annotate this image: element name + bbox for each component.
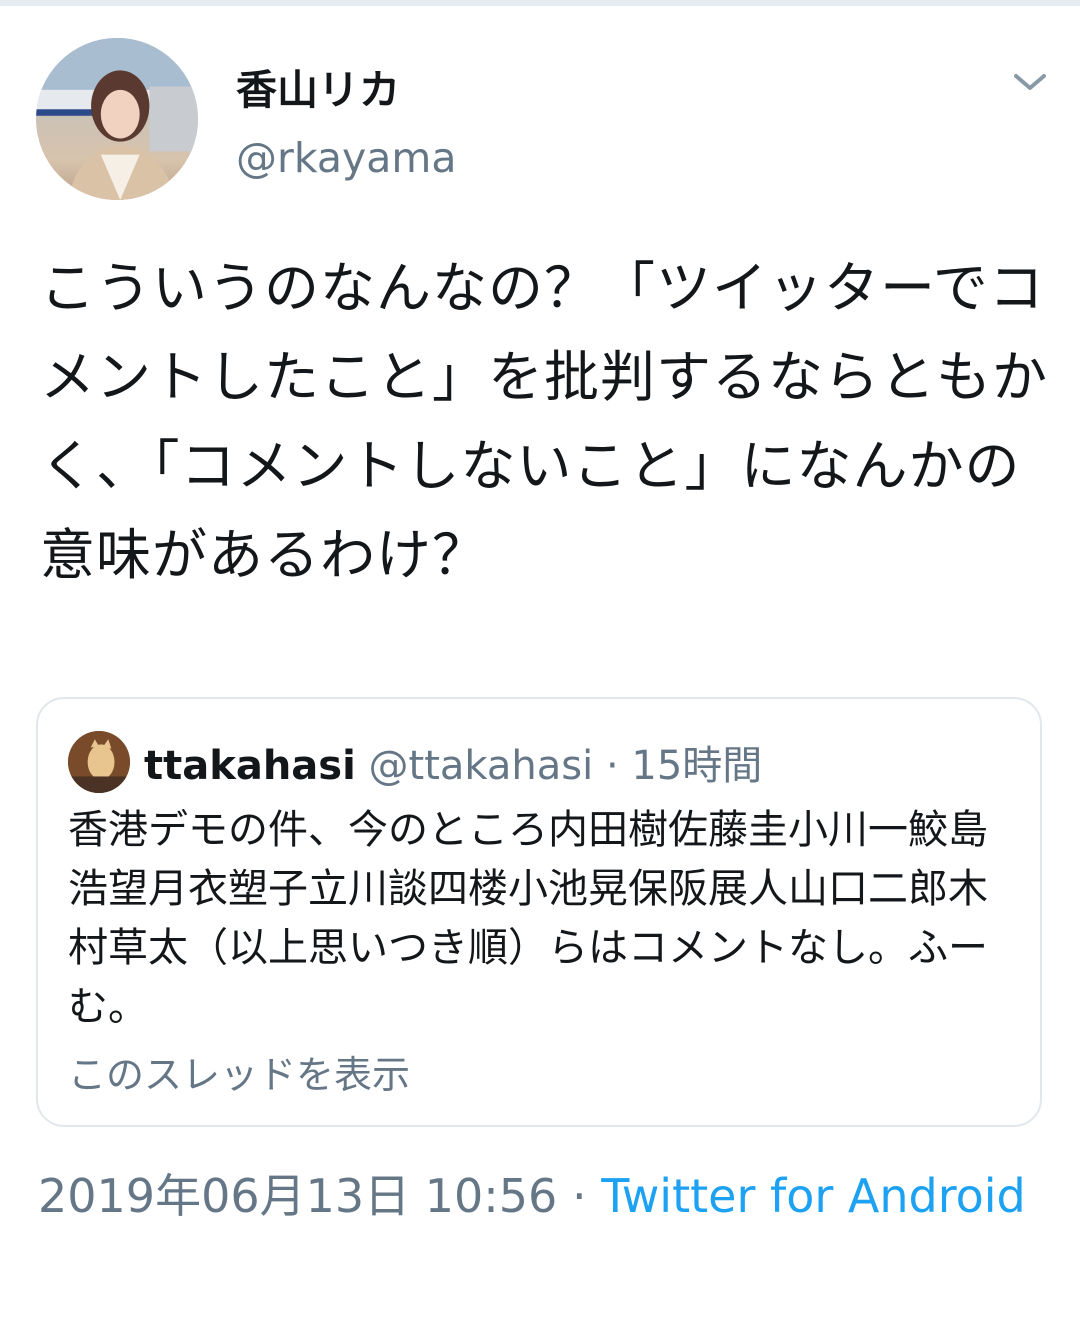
tweet-footer: 2019年06月13日 10:56 · Twitter for Android bbox=[38, 1166, 1038, 1227]
quoted-time[interactable]: 15時間 bbox=[631, 743, 762, 789]
tweet-timestamp[interactable]: 2019年06月13日 10:56 bbox=[38, 1169, 557, 1223]
quoted-header: ttakahasi @ttakahasi · 15時間 bbox=[144, 733, 762, 791]
avatar-photo bbox=[36, 38, 198, 200]
footer-separator: · bbox=[557, 1169, 602, 1223]
quoted-handle[interactable]: @ttakahasi bbox=[369, 743, 594, 789]
tweet-text: こういうのなんなの？「ツイッターでコメントしたこと」を批判するならともかく、「コ… bbox=[40, 256, 1049, 587]
quoted-separator: · bbox=[605, 743, 632, 789]
quoted-avatar-photo bbox=[68, 731, 130, 793]
quoted-avatar[interactable] bbox=[68, 731, 130, 793]
show-thread-link[interactable]: このスレッドを表示 bbox=[68, 1044, 410, 1099]
quoted-text: 香港デモの件、今のところ内田樹佐藤圭小川一鮫島浩望月衣塑子立川談四楼小池晃保阪展… bbox=[68, 807, 988, 1030]
tweet-source-link[interactable]: Twitter for Android bbox=[601, 1169, 1026, 1223]
quoted-display-name[interactable]: ttakahasi bbox=[144, 743, 356, 789]
avatar[interactable] bbox=[36, 38, 198, 200]
author-handle[interactable]: @rkayama bbox=[236, 134, 456, 182]
top-divider bbox=[0, 0, 1080, 6]
chevron-down-icon[interactable] bbox=[1010, 64, 1050, 100]
quoted-tweet-card[interactable]: ttakahasi @ttakahasi · 15時間 香港デモの件、今のところ… bbox=[36, 697, 1042, 1127]
author-display-name[interactable]: 香山リカ bbox=[236, 56, 400, 116]
